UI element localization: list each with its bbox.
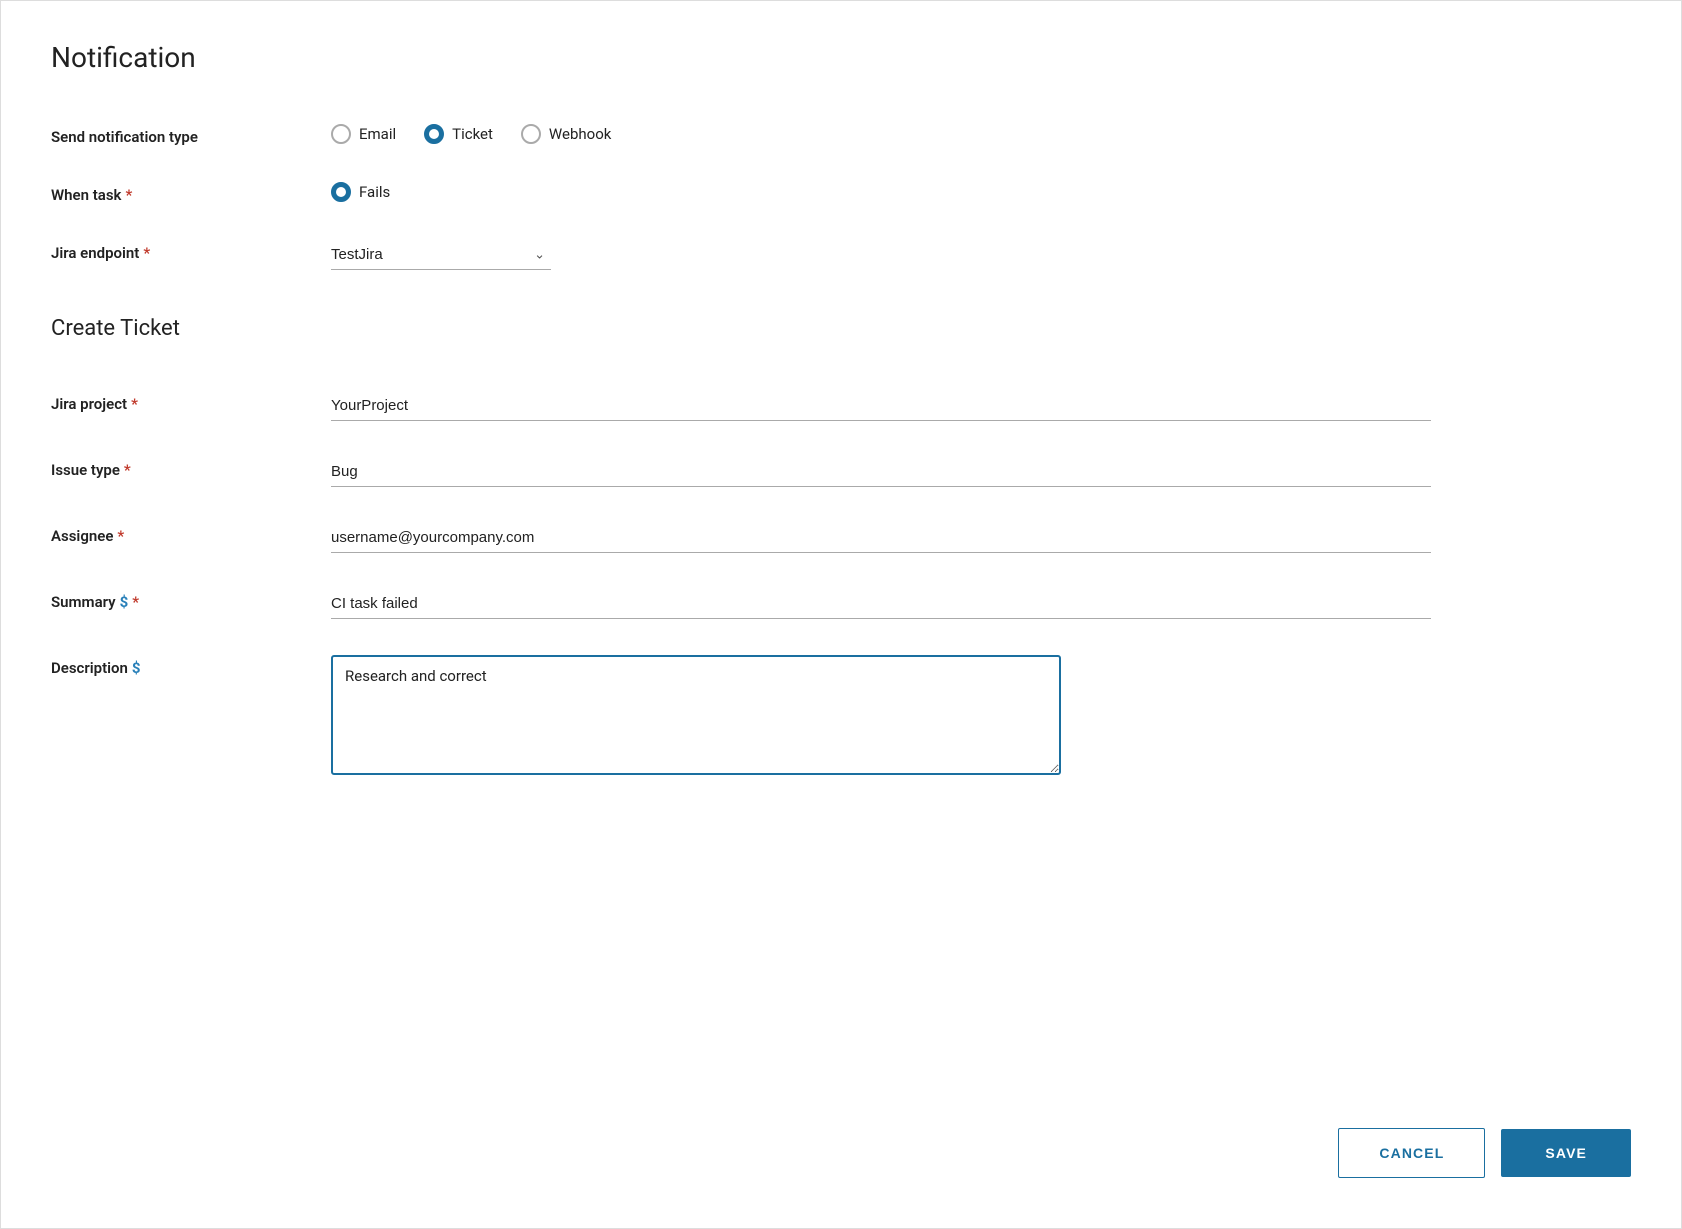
jira-project-input[interactable] — [331, 391, 1431, 421]
save-button[interactable]: SAVE — [1501, 1129, 1631, 1177]
radio-email-label: Email — [359, 125, 396, 143]
radio-webhook-label: Webhook — [549, 125, 611, 143]
jira-endpoint-select-wrapper: TestJira ⌄ — [331, 240, 551, 270]
summary-control — [331, 589, 1431, 619]
button-row: CANCEL SAVE — [1338, 1128, 1631, 1178]
page-title: Notification — [51, 41, 1631, 74]
jira-project-label: Jira project * — [51, 391, 331, 413]
page-container: Notification Send notification type Emai… — [0, 0, 1682, 1229]
create-ticket-heading: Create Ticket — [51, 316, 180, 341]
summary-label: Summary $ * — [51, 589, 331, 611]
radio-fails-label: Fails — [359, 183, 390, 201]
summary-dollar-sign: $ — [120, 593, 129, 611]
notification-type-radio-group: Email Ticket Webhook — [331, 124, 1431, 144]
issue-type-input[interactable] — [331, 457, 1431, 487]
issue-type-label: Issue type * — [51, 457, 331, 479]
summary-input[interactable] — [331, 589, 1431, 619]
jira-endpoint-control: TestJira ⌄ — [331, 240, 1431, 270]
radio-ticket[interactable] — [424, 124, 444, 144]
summary-required-star: * — [132, 593, 139, 611]
radio-option-fails[interactable]: Fails — [331, 182, 390, 202]
description-textarea[interactable]: Research and correct — [331, 655, 1061, 775]
jira-project-row: Jira project * — [51, 391, 1631, 421]
radio-email[interactable] — [331, 124, 351, 144]
radio-option-email[interactable]: Email — [331, 124, 396, 144]
radio-fails[interactable] — [331, 182, 351, 202]
when-task-required-star: * — [125, 186, 132, 204]
when-task-radio-group: Fails — [331, 182, 1431, 202]
jira-project-required-star: * — [131, 395, 138, 413]
description-label: Description $ — [51, 655, 331, 677]
summary-row: Summary $ * — [51, 589, 1631, 619]
description-control: Research and correct — [331, 655, 1431, 779]
when-task-label: When task * — [51, 182, 331, 204]
jira-project-control — [331, 391, 1431, 421]
issue-type-control — [331, 457, 1431, 487]
jira-endpoint-row: Jira endpoint * TestJira ⌄ — [51, 240, 1631, 270]
notification-type-row: Send notification type Email Ticket — [51, 124, 1631, 146]
form-section: Send notification type Email Ticket — [51, 124, 1631, 779]
assignee-control — [331, 523, 1431, 553]
assignee-input[interactable] — [331, 523, 1431, 553]
assignee-row: Assignee * — [51, 523, 1631, 553]
cancel-button[interactable]: CANCEL — [1338, 1128, 1485, 1178]
radio-option-webhook[interactable]: Webhook — [521, 124, 611, 144]
jira-endpoint-label: Jira endpoint * — [51, 240, 331, 262]
when-task-row: When task * Fails — [51, 182, 1631, 204]
issue-type-row: Issue type * — [51, 457, 1631, 487]
description-dollar-sign: $ — [132, 659, 141, 677]
radio-webhook[interactable] — [521, 124, 541, 144]
notification-type-control: Email Ticket Webhook — [331, 124, 1431, 144]
jira-endpoint-select[interactable]: TestJira — [331, 240, 551, 270]
create-ticket-heading-row: Create Ticket — [51, 306, 1631, 371]
notification-type-label: Send notification type — [51, 124, 331, 146]
assignee-required-star: * — [117, 527, 124, 545]
description-row: Description $ Research and correct — [51, 655, 1631, 779]
jira-endpoint-required-star: * — [143, 244, 150, 262]
issue-type-required-star: * — [124, 461, 131, 479]
radio-ticket-label: Ticket — [452, 125, 493, 143]
when-task-control: Fails — [331, 182, 1431, 202]
assignee-label: Assignee * — [51, 523, 331, 545]
radio-option-ticket[interactable]: Ticket — [424, 124, 493, 144]
